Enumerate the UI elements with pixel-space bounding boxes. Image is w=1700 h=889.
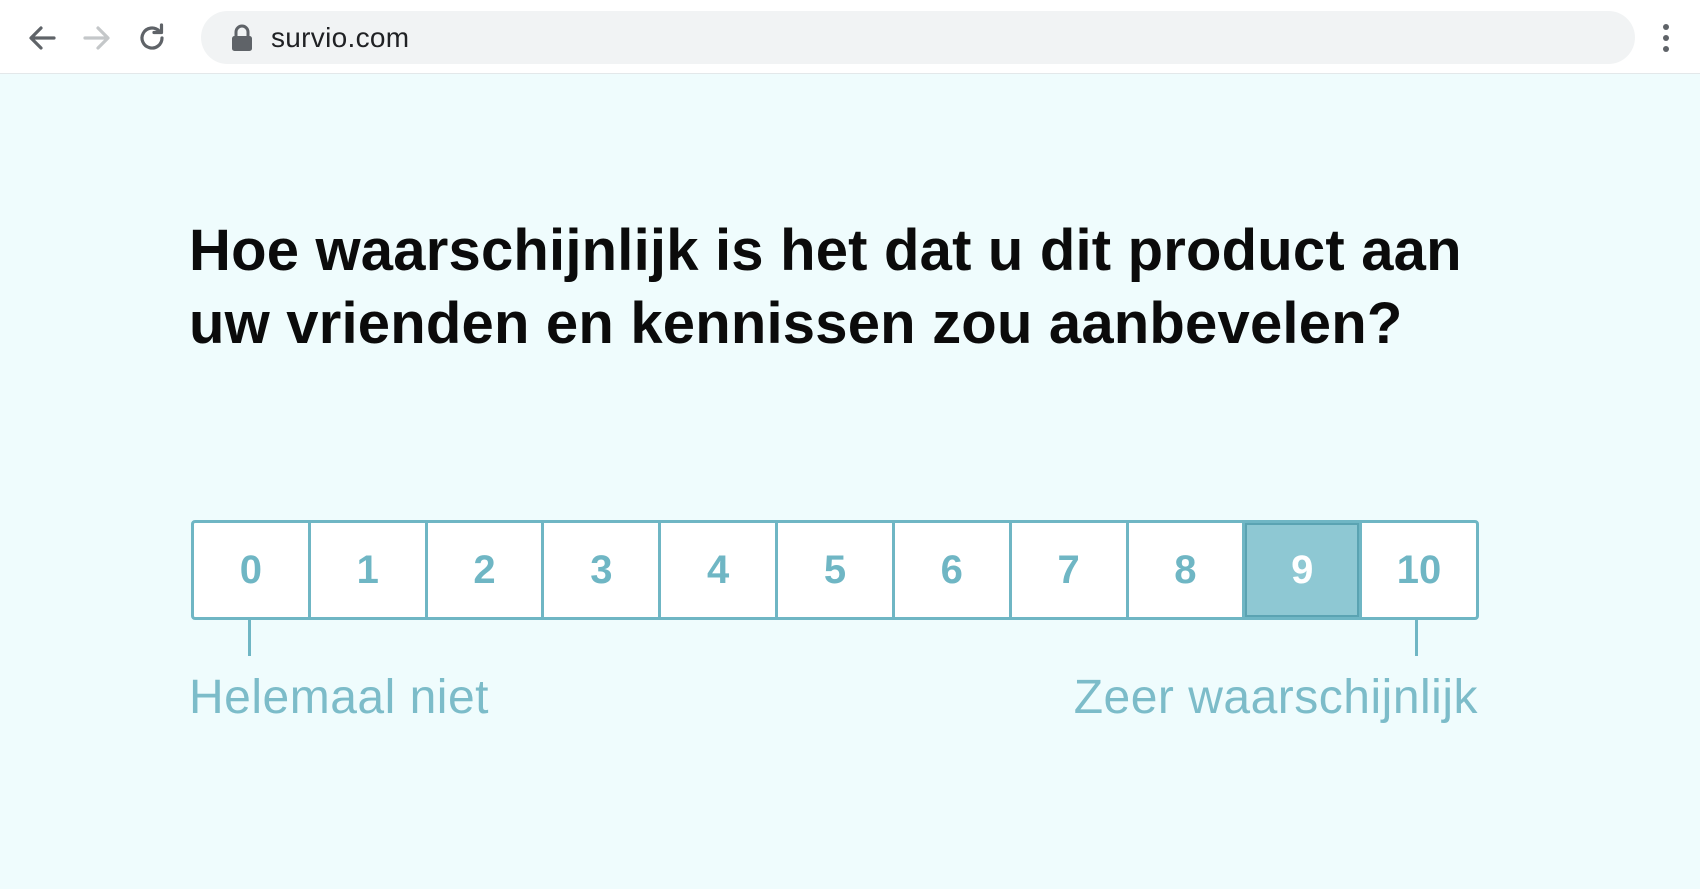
- scale-option-9[interactable]: 9: [1245, 523, 1363, 617]
- survey-question: Hoe waarschijnlijk is het dat u dit prod…: [189, 218, 1462, 356]
- scale-option-6[interactable]: 6: [895, 523, 1012, 617]
- scale-tick-low: [248, 620, 251, 656]
- reload-button[interactable]: [132, 18, 172, 58]
- url-text: survio.com: [271, 21, 410, 53]
- survey-page: Hoe waarschijnlijk is het dat u dit prod…: [0, 74, 1700, 889]
- menu-dot: [1663, 24, 1669, 30]
- scale-option-10[interactable]: 10: [1362, 523, 1476, 617]
- reload-icon: [140, 23, 164, 50]
- scale-option-5[interactable]: 5: [778, 523, 895, 617]
- address-bar[interactable]: survio.com: [201, 11, 1635, 64]
- scale-label-low: Helemaal niet: [189, 671, 489, 724]
- arrow-left-icon: [29, 26, 56, 50]
- kebab-menu-icon[interactable]: [1654, 18, 1678, 58]
- scale-option-7[interactable]: 7: [1012, 523, 1129, 617]
- scale-option-4[interactable]: 4: [661, 523, 779, 617]
- menu-dot: [1663, 35, 1669, 41]
- back-button[interactable]: [22, 18, 62, 58]
- scale-label-high: Zeer waarschijnlijk: [1073, 671, 1478, 724]
- scale-option-8[interactable]: 8: [1129, 523, 1246, 617]
- scale-option-1[interactable]: 1: [311, 523, 428, 617]
- nps-scale: 0 1 2 3 4 5 6 7 8 9 10: [191, 520, 1479, 620]
- scale-tick-high: [1415, 620, 1418, 656]
- browser-toolbar: survio.com: [0, 0, 1700, 74]
- lock-icon: [231, 24, 253, 52]
- scale-option-0[interactable]: 0: [194, 523, 311, 617]
- menu-dot: [1663, 46, 1669, 52]
- scale-option-2[interactable]: 2: [428, 523, 545, 617]
- forward-button[interactable]: [77, 18, 117, 58]
- scale-option-3[interactable]: 3: [544, 523, 662, 617]
- arrow-right-icon: [83, 26, 110, 50]
